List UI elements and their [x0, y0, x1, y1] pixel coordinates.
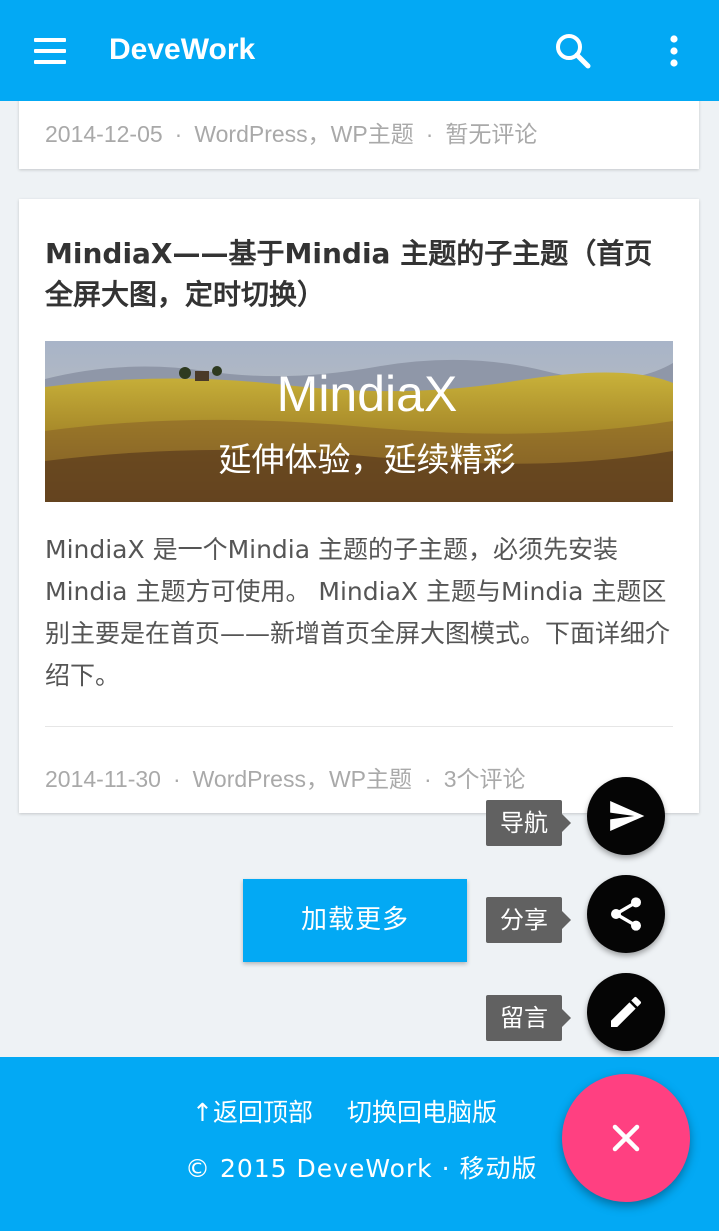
edit-icon	[611, 997, 641, 1027]
post-card: MindiaX——基于Mindia 主题的子主题（首页全屏大图，定时切换） Mi…	[19, 199, 699, 813]
main-fab-button[interactable]	[562, 1074, 690, 1202]
switch-desktop-link[interactable]: 切换回电脑版	[347, 1098, 497, 1127]
category-link[interactable]: WP主题	[331, 121, 414, 147]
category-link[interactable]: WP主题	[329, 766, 412, 792]
post-date: 2014-11-30	[45, 766, 161, 792]
fab-label-comment[interactable]: 留言	[486, 995, 571, 1041]
back-to-top-link[interactable]: ↑返回顶部	[192, 1098, 313, 1127]
divider	[45, 726, 673, 727]
menu-icon[interactable]	[22, 30, 78, 70]
post-meta: 2014-12-05 · WordPress，WP主题 · 暂无评论	[45, 115, 537, 149]
copyright-text: © 2015 DeveWork	[185, 1154, 433, 1183]
category-separator: ，	[305, 766, 329, 792]
footer-links: ↑返回顶部 切换回电脑版	[192, 1093, 531, 1129]
category-link[interactable]: WordPress	[193, 766, 306, 792]
post-thumbnail[interactable]: MindiaX 延伸体验，延续精彩	[45, 341, 673, 502]
post-excerpt: MindiaX 是一个Mindia 主题的子主题，必须先安装Mindia 主题方…	[45, 535, 671, 690]
thumb-subtitle-text: 延伸体验，延续精彩	[219, 440, 516, 479]
nav-fab-button[interactable]	[587, 777, 665, 855]
close-icon	[612, 1124, 640, 1152]
more-vert-icon[interactable]	[656, 30, 692, 74]
meta-separator: ·	[425, 121, 434, 147]
post-title[interactable]: MindiaX——基于Mindia 主题的子主题（首页全屏大图，定时切换）	[45, 233, 675, 315]
load-more-button[interactable]: 加载更多	[243, 879, 467, 962]
meta-separator: ·	[424, 766, 432, 792]
category-separator: ，	[307, 121, 331, 147]
copyright: © 2015 DeveWork · 移动版	[185, 1149, 538, 1185]
search-icon[interactable]	[552, 30, 596, 74]
category-link[interactable]: WordPress	[194, 121, 307, 147]
footer-dot: ·	[441, 1154, 451, 1183]
meta-separator: ·	[172, 766, 181, 792]
fab-label-nav[interactable]: 导航	[486, 800, 571, 846]
app-bar: DeveWork	[0, 0, 719, 101]
comments-link[interactable]: 3个评论	[444, 766, 526, 792]
mobile-version-link[interactable]: 移动版	[460, 1154, 538, 1183]
app-title[interactable]: DeveWork	[109, 33, 255, 67]
share-fab-button[interactable]	[587, 875, 665, 953]
post-date: 2014-12-05	[45, 121, 163, 147]
meta-separator: ·	[174, 121, 183, 147]
send-icon	[610, 801, 645, 831]
post-meta: 2014-11-30 · WordPress，WP主题 · 3个评论	[45, 760, 525, 794]
fab-label-share[interactable]: 分享	[486, 897, 571, 943]
share-icon	[611, 897, 641, 931]
thumb-title-text: MindiaX	[277, 366, 458, 422]
comments-link[interactable]: 暂无评论	[445, 121, 537, 147]
comment-fab-button[interactable]	[587, 973, 665, 1051]
post-card: 2014-12-05 · WordPress，WP主题 · 暂无评论	[19, 95, 699, 169]
